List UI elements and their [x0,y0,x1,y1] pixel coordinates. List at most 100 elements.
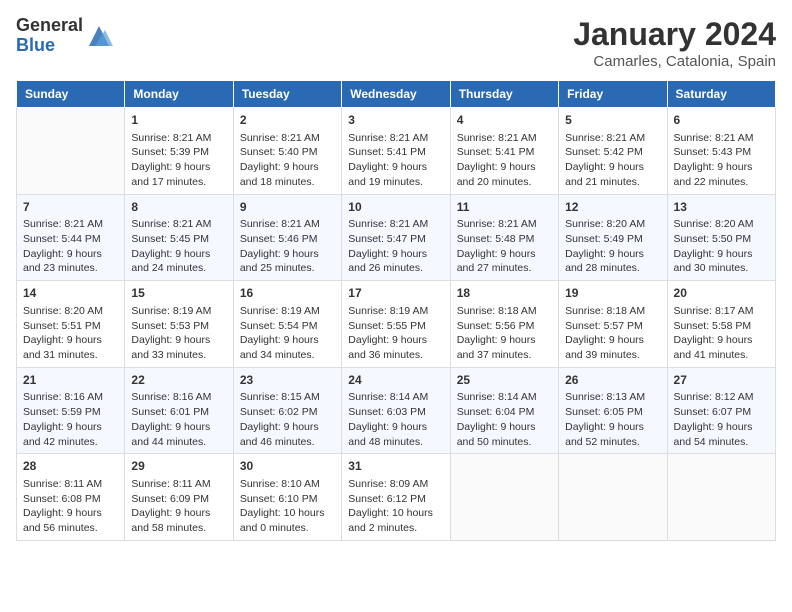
logo-general-text: General [16,16,83,36]
day-number: 2 [240,112,335,129]
calendar-cell [559,454,667,541]
week-row-4: 21Sunrise: 8:16 AM Sunset: 5:59 PM Dayli… [17,367,776,454]
day-number: 13 [674,199,769,216]
calendar-cell: 1 Sunrise: 8:21 AM Sunset: 5:39 PM Daylig… [125,108,233,195]
calendar-cell: 16 Sunrise: 8:19 AM Sunset: 5:54 PM Dayli… [233,281,341,368]
calendar-cell: 28Sunrise: 8:11 AM Sunset: 6:08 PM Dayli… [17,454,125,541]
calendar-cell: 5 Sunrise: 8:21 AM Sunset: 5:42 PM Daylig… [559,108,667,195]
day-number: 11 [457,199,552,216]
calendar-cell: 20Sunrise: 8:17 AM Sunset: 5:58 PM Dayli… [667,281,775,368]
day-info: Sunrise: 8:21 AM Sunset: 5:42 PM Dayligh… [565,131,660,190]
calendar-cell [667,454,775,541]
calendar-cell: 2 Sunrise: 8:21 AM Sunset: 5:40 PM Daylig… [233,108,341,195]
day-header-saturday: Saturday [667,81,775,108]
logo-icon [85,22,113,50]
day-info: Sunrise: 8:20 AM Sunset: 5:50 PM Dayligh… [674,217,769,276]
calendar-cell: 21Sunrise: 8:16 AM Sunset: 5:59 PM Dayli… [17,367,125,454]
day-number: 17 [348,285,443,302]
calendar-cell: 18 Sunrise: 8:18 AM Sunset: 5:56 PM Dayli… [450,281,558,368]
calendar-cell: 7Sunrise: 8:21 AM Sunset: 5:44 PM Daylig… [17,194,125,281]
day-number: 5 [565,112,660,129]
calendar-cell: 15 Sunrise: 8:19 AM Sunset: 5:53 PM Dayli… [125,281,233,368]
logo: General Blue [16,16,113,56]
day-number: 6 [674,112,769,129]
day-info: Sunrise: 8:16 AM Sunset: 6:01 PM Dayligh… [131,390,226,449]
calendar-table: SundayMondayTuesdayWednesdayThursdayFrid… [16,80,776,541]
calendar-cell: 30Sunrise: 8:10 AM Sunset: 6:10 PM Dayli… [233,454,341,541]
day-header-sunday: Sunday [17,81,125,108]
day-number: 28 [23,458,118,475]
calendar-cell: 8Sunrise: 8:21 AM Sunset: 5:45 PM Daylig… [125,194,233,281]
calendar-cell: 4 Sunrise: 8:21 AM Sunset: 5:41 PM Daylig… [450,108,558,195]
day-info: Sunrise: 8:21 AM Sunset: 5:46 PM Dayligh… [240,217,335,276]
calendar-cell: 24Sunrise: 8:14 AM Sunset: 6:03 PM Dayli… [342,367,450,454]
day-info: Sunrise: 8:14 AM Sunset: 6:03 PM Dayligh… [348,390,443,449]
day-number: 16 [240,285,335,302]
day-info: Sunrise: 8:15 AM Sunset: 6:02 PM Dayligh… [240,390,335,449]
day-number: 18 [457,285,552,302]
week-row-5: 28Sunrise: 8:11 AM Sunset: 6:08 PM Dayli… [17,454,776,541]
day-number: 4 [457,112,552,129]
month-title: January 2024 [573,16,776,53]
day-header-tuesday: Tuesday [233,81,341,108]
day-info: Sunrise: 8:17 AM Sunset: 5:58 PM Dayligh… [674,304,769,363]
day-number: 23 [240,372,335,389]
day-number: 3 [348,112,443,129]
day-number: 21 [23,372,118,389]
day-number: 7 [23,199,118,216]
calendar-cell: 14Sunrise: 8:20 AM Sunset: 5:51 PM Dayli… [17,281,125,368]
day-info: Sunrise: 8:19 AM Sunset: 5:53 PM Dayligh… [131,304,226,363]
day-number: 19 [565,285,660,302]
day-info: Sunrise: 8:21 AM Sunset: 5:40 PM Dayligh… [240,131,335,190]
day-number: 14 [23,285,118,302]
day-info: Sunrise: 8:21 AM Sunset: 5:41 PM Dayligh… [457,131,552,190]
day-number: 10 [348,199,443,216]
day-header-friday: Friday [559,81,667,108]
calendar-cell: 27Sunrise: 8:12 AM Sunset: 6:07 PM Dayli… [667,367,775,454]
calendar-cell [17,108,125,195]
calendar-cell: 26Sunrise: 8:13 AM Sunset: 6:05 PM Dayli… [559,367,667,454]
calendar-cell: 23Sunrise: 8:15 AM Sunset: 6:02 PM Dayli… [233,367,341,454]
day-number: 12 [565,199,660,216]
day-info: Sunrise: 8:21 AM Sunset: 5:44 PM Dayligh… [23,217,118,276]
week-row-3: 14Sunrise: 8:20 AM Sunset: 5:51 PM Dayli… [17,281,776,368]
day-number: 9 [240,199,335,216]
title-block: January 2024 Camarles, Catalonia, Spain [573,16,776,70]
week-row-2: 7Sunrise: 8:21 AM Sunset: 5:44 PM Daylig… [17,194,776,281]
day-info: Sunrise: 8:19 AM Sunset: 5:54 PM Dayligh… [240,304,335,363]
day-number: 1 [131,112,226,129]
day-header-monday: Monday [125,81,233,108]
calendar-body: 1 Sunrise: 8:21 AM Sunset: 5:39 PM Daylig… [17,108,776,541]
calendar-cell: 3Sunrise: 8:21 AM Sunset: 5:41 PM Daylig… [342,108,450,195]
day-number: 8 [131,199,226,216]
calendar-cell: 11Sunrise: 8:21 AM Sunset: 5:48 PM Dayli… [450,194,558,281]
day-number: 24 [348,372,443,389]
calendar-cell: 9Sunrise: 8:21 AM Sunset: 5:46 PM Daylig… [233,194,341,281]
calendar-cell [450,454,558,541]
day-number: 22 [131,372,226,389]
day-info: Sunrise: 8:13 AM Sunset: 6:05 PM Dayligh… [565,390,660,449]
day-info: Sunrise: 8:16 AM Sunset: 5:59 PM Dayligh… [23,390,118,449]
day-info: Sunrise: 8:20 AM Sunset: 5:49 PM Dayligh… [565,217,660,276]
calendar-cell: 29Sunrise: 8:11 AM Sunset: 6:09 PM Dayli… [125,454,233,541]
day-header-thursday: Thursday [450,81,558,108]
day-number: 15 [131,285,226,302]
calendar-cell: 17 Sunrise: 8:19 AM Sunset: 5:55 PM Dayli… [342,281,450,368]
page-header: General Blue January 2024 Camarles, Cata… [16,16,776,70]
calendar-cell: 13Sunrise: 8:20 AM Sunset: 5:50 PM Dayli… [667,194,775,281]
day-info: Sunrise: 8:18 AM Sunset: 5:57 PM Dayligh… [565,304,660,363]
day-number: 31 [348,458,443,475]
calendar-cell: 31 Sunrise: 8:09 AM Sunset: 6:12 PM Dayli… [342,454,450,541]
day-info: Sunrise: 8:21 AM Sunset: 5:39 PM Dayligh… [131,131,226,190]
day-info: Sunrise: 8:10 AM Sunset: 6:10 PM Dayligh… [240,477,335,536]
calendar-cell: 22Sunrise: 8:16 AM Sunset: 6:01 PM Dayli… [125,367,233,454]
day-info: Sunrise: 8:19 AM Sunset: 5:55 PM Dayligh… [348,304,443,363]
day-info: Sunrise: 8:18 AM Sunset: 5:56 PM Dayligh… [457,304,552,363]
calendar-cell: 12Sunrise: 8:20 AM Sunset: 5:49 PM Dayli… [559,194,667,281]
calendar-header: SundayMondayTuesdayWednesdayThursdayFrid… [17,81,776,108]
day-info: Sunrise: 8:09 AM Sunset: 6:12 PM Dayligh… [348,477,443,536]
day-number: 25 [457,372,552,389]
day-info: Sunrise: 8:21 AM Sunset: 5:45 PM Dayligh… [131,217,226,276]
day-info: Sunrise: 8:12 AM Sunset: 6:07 PM Dayligh… [674,390,769,449]
location: Camarles, Catalonia, Spain [573,53,776,70]
